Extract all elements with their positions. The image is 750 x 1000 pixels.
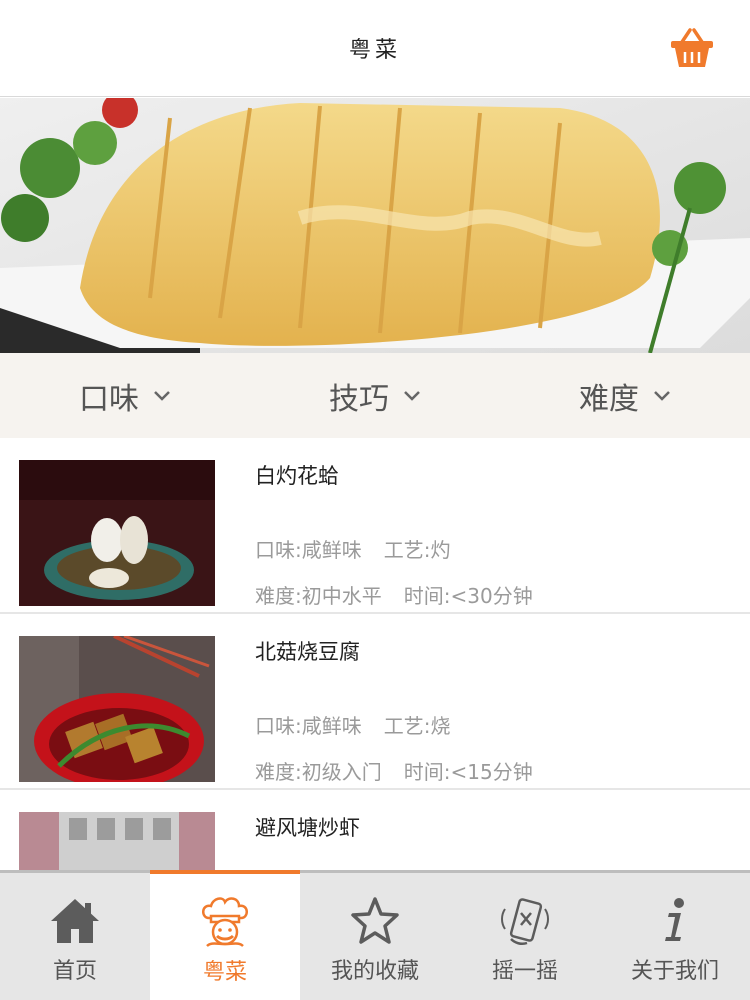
chevron-down-icon bbox=[654, 390, 670, 401]
tab-cantonese[interactable]: 粤菜 bbox=[150, 870, 300, 1000]
filter-difficulty[interactable]: 难度 bbox=[500, 353, 750, 438]
recipe-list[interactable]: 白灼花蛤 口味:咸鲜味工艺:灼 难度:初中水平时间:<30分钟 北菇烧豆腐 bbox=[0, 438, 750, 870]
shake-phone-icon bbox=[501, 898, 549, 946]
filter-bar: 口味 技巧 难度 bbox=[0, 353, 750, 438]
recipe-taste: 口味:咸鲜味 bbox=[255, 538, 362, 562]
recipe-thumbnail bbox=[19, 460, 215, 606]
recipe-name: 北菇烧豆腐 bbox=[255, 640, 360, 664]
filter-difficulty-label: 难度 bbox=[579, 381, 639, 417]
filter-technique[interactable]: 技巧 bbox=[250, 353, 500, 438]
page-title: 粤菜 bbox=[348, 38, 401, 63]
tab-cantonese-label: 粤菜 bbox=[202, 960, 247, 985]
recipe-meta-taste-craft: 口味:咸鲜味 工艺:烧 bbox=[255, 710, 473, 739]
recipe-meta-difficulty-time: 难度:初中水平 时间:<30分钟 bbox=[255, 580, 555, 609]
recipe-thumbnail bbox=[19, 636, 215, 782]
recipe-item[interactable]: 避风塘炒虾 bbox=[0, 790, 750, 870]
recipe-time: 时间:<30分钟 bbox=[403, 584, 533, 608]
chevron-down-icon bbox=[404, 390, 420, 401]
filter-taste-label: 口味 bbox=[79, 381, 139, 417]
home-icon bbox=[51, 899, 99, 943]
recipe-item[interactable]: 白灼花蛤 口味:咸鲜味 工艺:灼 难度:初中水平 时间:<30分钟 bbox=[0, 438, 750, 614]
info-icon bbox=[665, 898, 684, 941]
recipe-time: 时间:<15分钟 bbox=[403, 760, 533, 784]
filter-technique-label: 技巧 bbox=[329, 381, 389, 417]
tab-shake-label: 摇一摇 bbox=[491, 959, 558, 984]
star-icon bbox=[351, 897, 399, 944]
tab-favorites-label: 我的收藏 bbox=[330, 959, 419, 984]
chevron-down-icon bbox=[154, 390, 170, 401]
recipe-difficulty: 难度:初中水平 bbox=[255, 584, 382, 608]
recipe-thumbnail bbox=[19, 812, 215, 870]
bottom-tab-bar: 首页 粤菜 我的收藏 摇一摇 关于我们 bbox=[0, 870, 750, 1000]
tab-about-label: 关于我们 bbox=[630, 959, 719, 984]
recipe-item[interactable]: 北菇烧豆腐 口味:咸鲜味 工艺:烧 难度:初级入门 时间:<15分钟 bbox=[0, 614, 750, 790]
recipe-name: 白灼花蛤 bbox=[255, 464, 339, 488]
filter-taste[interactable]: 口味 bbox=[0, 353, 250, 438]
tab-about[interactable]: 关于我们 bbox=[600, 873, 750, 1000]
tab-favorites[interactable]: 我的收藏 bbox=[300, 873, 450, 1000]
banner-image[interactable] bbox=[0, 98, 750, 353]
recipe-meta-taste-craft: 口味:咸鲜味 工艺:灼 bbox=[255, 534, 473, 563]
recipe-craft: 工艺:烧 bbox=[383, 714, 451, 738]
recipe-craft: 工艺:灼 bbox=[383, 538, 451, 562]
recipe-difficulty: 难度:初级入门 bbox=[255, 760, 382, 784]
tab-home-label: 首页 bbox=[52, 959, 97, 984]
top-header: 粤菜 bbox=[0, 0, 750, 97]
recipe-taste: 口味:咸鲜味 bbox=[255, 714, 362, 738]
recipe-meta-difficulty-time: 难度:初级入门 时间:<15分钟 bbox=[255, 756, 555, 785]
tab-shake[interactable]: 摇一摇 bbox=[450, 873, 600, 1000]
basket-icon[interactable] bbox=[668, 26, 716, 70]
tab-home[interactable]: 首页 bbox=[0, 873, 150, 1000]
recipe-name: 避风塘炒虾 bbox=[255, 816, 360, 840]
chef-icon bbox=[202, 897, 248, 947]
